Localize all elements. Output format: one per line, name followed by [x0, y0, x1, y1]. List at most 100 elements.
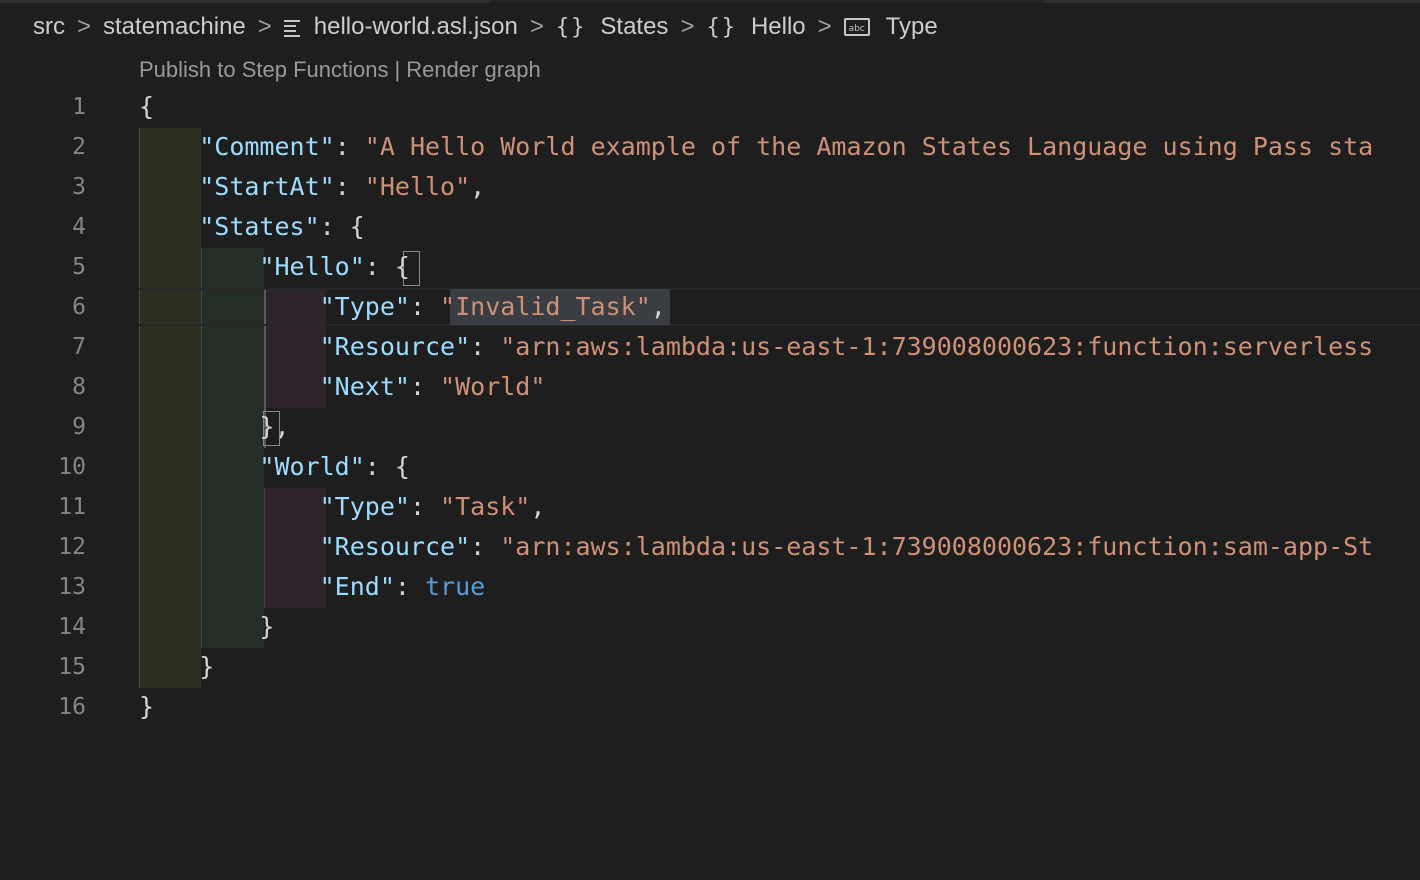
json-brace: { [349, 212, 365, 241]
render-graph-link[interactable]: Render graph [406, 57, 541, 83]
breadcrumb-item-file[interactable]: hello-world.asl.json [283, 13, 518, 41]
code-line[interactable]: } [139, 647, 1420, 687]
codelens-separator: | [394, 57, 401, 82]
json-key: "World" [259, 452, 365, 481]
json-key: "Type" [319, 492, 410, 521]
json-brace: } [259, 412, 275, 441]
string-abc-icon: abc [843, 18, 870, 36]
line-number: 6 [72, 294, 86, 320]
code-line[interactable]: "Resource": "arn:aws:lambda:us-east-1:73… [139, 527, 1420, 567]
publish-to-step-functions-link[interactable]: Publish to Step Functions [139, 57, 388, 83]
json-key: "Type" [319, 292, 410, 321]
line-number: 2 [72, 134, 86, 160]
json-string: "Task" [440, 492, 531, 521]
json-colon: : [409, 492, 441, 521]
json-brace: { [394, 252, 410, 281]
json-string: "Hello" [364, 172, 471, 201]
line-number: 15 [58, 654, 86, 680]
json-key: "Comment" [199, 132, 335, 161]
code-line[interactable]: "Type": "Task", [139, 487, 1420, 527]
breadcrumb-item-src[interactable]: src [33, 13, 65, 41]
json-boolean: true [425, 572, 486, 601]
line-number: 1 [72, 94, 86, 120]
line-number: 9 [72, 414, 86, 440]
code-line-current[interactable]: "Type": "Invalid_Task", [139, 287, 1420, 327]
breadcrumb-item-label: Hello [750, 13, 806, 40]
json-string: "arn:aws:lambda:us-east-1:739008000623:f… [500, 532, 1374, 561]
code-line[interactable]: } [139, 607, 1420, 647]
braces-icon: {} [706, 14, 737, 40]
json-colon: : [394, 572, 425, 601]
code-line[interactable]: "End": true [139, 567, 1420, 607]
code-line[interactable]: }, [139, 407, 1420, 447]
editor-tab-strip-edge [0, 0, 1420, 3]
chevron-right-icon: > [77, 13, 92, 40]
line-number: 7 [72, 334, 86, 360]
line-number: 12 [58, 534, 86, 560]
code-line[interactable]: "Resource": "arn:aws:lambda:us-east-1:73… [139, 327, 1420, 367]
line-number: 8 [72, 374, 86, 400]
json-key: "StartAt" [199, 172, 335, 201]
chevron-right-icon: > [817, 13, 832, 40]
json-brace: } [139, 692, 155, 721]
code-line[interactable]: "Next": "World" [139, 367, 1420, 407]
braces-icon: {} [555, 14, 587, 40]
code-line[interactable]: "StartAt": "Hello", [139, 167, 1420, 207]
breadcrumb-item-statemachine[interactable]: statemachine [103, 13, 246, 41]
tab-edge-segment [1045, 0, 1420, 3]
json-key: "Resource" [319, 532, 471, 561]
json-string: "arn:aws:lambda:us-east-1:739008000623:f… [500, 332, 1374, 361]
breadcrumb-item-states[interactable]: {} States [556, 13, 669, 41]
json-key: "States" [199, 212, 320, 241]
chevron-right-icon: > [529, 13, 544, 40]
code-line[interactable]: "States": { [139, 207, 1420, 247]
breadcrumb-item-label: States [600, 13, 669, 40]
json-comma: , [530, 492, 546, 521]
json-colon: : [364, 252, 395, 281]
json-colon: : [470, 332, 501, 361]
json-key: "Resource" [319, 332, 471, 361]
chevron-right-icon: > [257, 13, 272, 40]
json-key: "Next" [319, 372, 410, 401]
json-comma: , [470, 172, 486, 201]
tab-edge-segment [0, 0, 490, 3]
line-number: 10 [58, 454, 86, 480]
json-key: "Hello" [259, 252, 365, 281]
code-line[interactable]: { [139, 87, 1420, 127]
code-editor[interactable]: { "Comment": "A Hello World example of t… [139, 87, 1420, 727]
json-brace: { [394, 452, 410, 481]
code-line[interactable]: } [139, 687, 1420, 727]
breadcrumb-item-label: hello-world.asl.json [313, 13, 518, 40]
json-colon: : [409, 292, 441, 321]
json-brace: } [199, 652, 215, 681]
breadcrumb-item-label: Type [885, 13, 938, 40]
breadcrumb-item-type[interactable]: abc Type [843, 13, 938, 41]
json-string: "A Hello World example of the Amazon Sta… [364, 132, 1374, 161]
json-colon: : [334, 172, 365, 201]
line-number-gutter: 1 2 3 4 5 6 7 8 9 10 11 12 13 14 15 16 [0, 87, 86, 727]
json-colon: : [364, 452, 395, 481]
line-number: 13 [58, 574, 86, 600]
json-colon: : [470, 532, 501, 561]
json-colon: : [319, 212, 350, 241]
json-colon: : [409, 372, 441, 401]
code-line[interactable]: "Hello": { [139, 247, 1420, 287]
file-lines-icon [283, 18, 300, 37]
breadcrumb-item-hello[interactable]: {} Hello [706, 13, 805, 41]
line-number: 5 [72, 254, 86, 280]
json-comma: , [274, 412, 290, 441]
json-string: "Invalid_Task" [440, 292, 651, 321]
code-line[interactable]: "World": { [139, 447, 1420, 487]
line-number: 3 [72, 174, 86, 200]
json-key: "End" [319, 572, 395, 601]
codelens: Publish to Step Functions | Render graph [139, 56, 541, 84]
json-colon: : [334, 132, 365, 161]
json-string: "World" [440, 372, 546, 401]
line-number: 14 [58, 614, 86, 640]
json-brace: { [139, 92, 155, 121]
code-line[interactable]: "Comment": "A Hello World example of the… [139, 127, 1420, 167]
line-number: 4 [72, 214, 86, 240]
line-number: 16 [58, 694, 86, 720]
json-brace: } [259, 612, 275, 641]
line-number: 11 [58, 494, 86, 520]
